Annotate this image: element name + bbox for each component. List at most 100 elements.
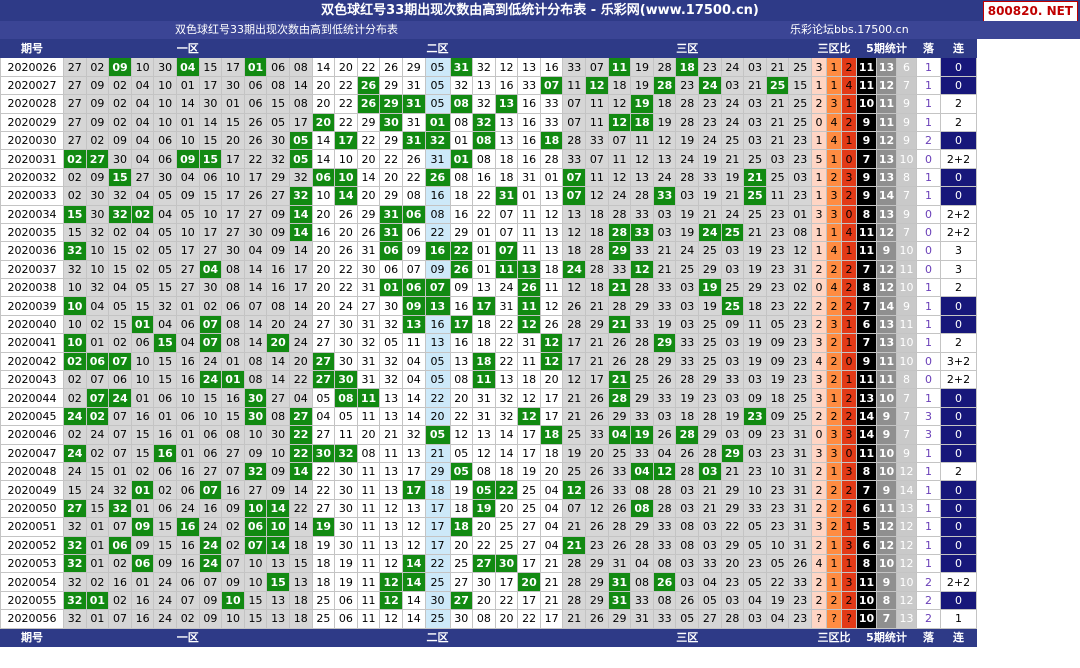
number-cell: 16: [424, 186, 451, 206]
number-cell: 15: [198, 57, 223, 77]
lian-cell: 0: [940, 388, 977, 408]
hit-number-cell: 06: [379, 241, 403, 261]
hit-number-cell: 04: [630, 461, 654, 482]
number-cell: 19: [334, 572, 358, 592]
number-cell: 25: [720, 130, 745, 151]
number-cell: 24: [153, 572, 177, 592]
lian-cell: 0: [940, 75, 977, 96]
number-cell: 20: [311, 204, 336, 224]
number-cell: 23: [788, 370, 812, 390]
number-cell: 22: [494, 333, 519, 353]
hit-number-cell: 32: [108, 204, 132, 224]
number-cell: 23: [720, 572, 745, 592]
number-cell: 23: [765, 222, 790, 243]
number-cell: 15: [198, 388, 223, 408]
number-cell: 23: [788, 149, 812, 169]
hit-number-cell: 10: [243, 498, 268, 519]
five-period-stat-cell: 9: [856, 130, 877, 151]
zone-ratio-cell: 2: [841, 278, 857, 298]
luo-cell: 0: [916, 204, 941, 224]
number-cell: 01: [449, 130, 474, 151]
lian-cell: 0: [940, 57, 977, 77]
zone-ratio-cell: 2: [841, 480, 857, 500]
zone-ratio-cell: 2: [841, 406, 857, 427]
number-cell: 10: [198, 406, 223, 427]
number-cell: 11: [517, 222, 541, 243]
number-cell: 28: [675, 112, 700, 132]
number-cell: 22: [449, 406, 474, 427]
hit-number-cell: 19: [472, 498, 496, 519]
number-cell: 19: [562, 443, 587, 463]
number-cell: 16: [517, 112, 541, 132]
col-header-top-7: 连: [940, 38, 977, 59]
number-cell: 08: [221, 333, 245, 353]
number-cell: 06: [221, 296, 245, 316]
number-cell: 30: [221, 241, 245, 261]
hit-number-cell: 30: [243, 388, 268, 408]
number-cell: 16: [175, 553, 200, 574]
number-cell: 32: [266, 149, 290, 169]
number-cell: 22: [401, 167, 426, 188]
number-cell: 25: [743, 149, 767, 169]
number-cell: 07: [108, 609, 132, 629]
hit-number-cell: 05: [288, 149, 313, 169]
zone-ratio-cell: 1: [826, 149, 842, 169]
number-cell: 07: [221, 461, 245, 482]
number-cell: 24: [675, 241, 700, 261]
five-period-stat-cell: 10: [856, 94, 877, 114]
number-cell: 30: [266, 425, 290, 445]
hit-number-cell: 21: [607, 314, 632, 335]
number-cell: 29: [720, 498, 745, 519]
number-cell: 31: [630, 609, 654, 629]
period-cell: 2020054: [0, 572, 64, 592]
five-period-stat-cell: 7: [896, 186, 917, 206]
site-badge[interactable]: 800820. NET: [982, 1, 1078, 22]
five-period-stat-cell: 9: [896, 296, 917, 316]
number-cell: 20: [494, 609, 519, 629]
five-period-stat-cell: 9: [876, 425, 897, 445]
number-cell: 30: [356, 259, 381, 280]
lian-cell: 0: [940, 167, 977, 188]
number-cell: 10: [85, 241, 110, 261]
zone-ratio-cell: 3: [841, 461, 857, 482]
number-cell: 20: [379, 167, 403, 188]
number-cell: 21: [424, 443, 451, 463]
number-cell: 26: [356, 222, 381, 243]
zone-ratio-cell: 2: [826, 517, 842, 537]
number-cell: 22: [288, 370, 313, 390]
hit-number-cell: 04: [607, 425, 632, 445]
number-cell: 16: [175, 370, 200, 390]
zone-ratio-cell: 1: [826, 57, 842, 77]
five-period-stat-cell: 9: [896, 112, 917, 132]
number-cell: 09: [85, 75, 110, 96]
table-row: 2020048 24 15 01 02 06 16 27 07 32 09 14 22 30 11 13 17 2…: [0, 461, 977, 482]
table-row: 2020049 15 24 32 01 02 06 07 16 27 09 14 22 30 11 13 17 1…: [0, 480, 977, 500]
number-cell: 16: [198, 498, 223, 519]
zone-ratio-cell: 3: [826, 314, 842, 335]
number-cell: 09: [424, 259, 451, 280]
number-cell: 05: [153, 186, 177, 206]
number-cell: 04: [153, 204, 177, 224]
five-period-stat-cell: 7: [856, 333, 877, 353]
five-period-stat-cell: 9: [896, 130, 917, 151]
number-cell: 26: [788, 553, 812, 574]
number-cell: 08: [449, 370, 474, 390]
number-cell: 33: [630, 241, 654, 261]
number-cell: 25: [788, 94, 812, 114]
number-cell: 16: [424, 314, 451, 335]
number-cell: 03: [652, 406, 677, 427]
hit-number-cell: 24: [562, 259, 587, 280]
number-cell: 21: [765, 57, 790, 77]
luo-cell: 1: [916, 278, 941, 298]
number-cell: 06: [175, 406, 200, 427]
number-cell: 18: [675, 406, 700, 427]
lian-cell: 0: [940, 406, 977, 427]
number-cell: 16: [517, 94, 541, 114]
five-period-stat-cell: 11: [856, 57, 877, 77]
number-cell: 08: [630, 480, 654, 500]
number-cell: 16: [153, 425, 177, 445]
hit-number-cell: 08: [630, 498, 654, 519]
number-cell: 13: [517, 57, 541, 77]
number-cell: 26: [401, 149, 426, 169]
hit-number-cell: 32: [63, 241, 87, 261]
